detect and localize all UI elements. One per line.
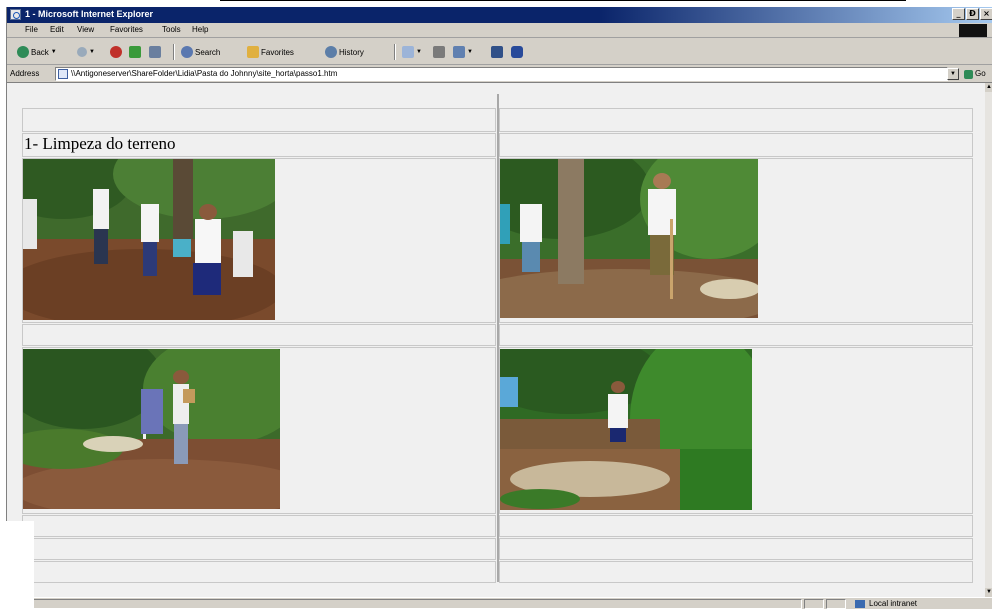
menu-help[interactable]: Help [192,25,208,34]
menu-view[interactable]: View [77,25,94,34]
refresh-icon [129,46,141,58]
scroll-down-arrow-icon[interactable]: ▼ [985,588,992,597]
back-dropdown-icon[interactable]: ▼ [51,49,57,55]
ie-icon [10,9,21,20]
go-arrow-icon[interactable] [964,70,973,79]
table-cell [22,515,496,537]
favorites-button[interactable]: Favorites [247,45,294,59]
back-label: Back [31,47,49,57]
maximize-button[interactable]: Ɖ [966,8,979,20]
column-divider [497,94,499,582]
menu-edit[interactable]: Edit [50,25,64,34]
print-icon [433,46,445,58]
messenger-icon [511,46,523,58]
window-title: 1 - Microsoft Internet Explorer [25,9,154,19]
mail-dropdown-icon[interactable]: ▼ [416,49,422,55]
photo-clearing-3[interactable] [23,349,280,509]
edit-icon [453,46,465,58]
photo-clearing-2[interactable] [500,159,758,318]
intranet-zone-icon [855,600,865,608]
discuss-button[interactable] [491,45,503,59]
discuss-icon [491,46,503,58]
refresh-button[interactable] [129,45,141,59]
table-cell [499,108,973,132]
favorites-icon [247,46,259,58]
photo-image [500,159,758,318]
status-pane [804,599,824,609]
zone-label: Local intranet [869,599,918,608]
menu-favorites[interactable]: Favorites [110,25,143,34]
address-dropdown-icon[interactable]: ▼ [947,68,959,80]
page-heading: 1- Limpeza do terreno [24,134,176,153]
history-icon [325,46,337,58]
table-cell [22,561,496,583]
white-overlay [0,521,34,609]
favorites-label: Favorites [261,47,294,57]
table-cell [499,538,973,560]
print-button[interactable] [433,45,445,59]
address-input[interactable]: \\Antigoneserver\ShareFolder\Lidia\Pasta… [55,67,948,81]
search-icon [181,46,193,58]
go-button[interactable]: Go [975,69,986,78]
close-button[interactable]: × [980,8,992,20]
address-bar: Address \\Antigoneserver\ShareFolder\Lid… [7,65,992,83]
edit-button[interactable]: ▼ [453,45,473,59]
menu-bar: File Edit View Favorites Tools Help [7,23,992,38]
menu-tools[interactable]: Tools [162,25,181,34]
forward-dropdown-icon[interactable]: ▼ [89,49,95,55]
back-arrow-icon [17,46,29,58]
photo-image [23,159,275,320]
status-text-pane [7,599,802,609]
photo-image [23,349,280,509]
table-cell [22,538,496,560]
page-icon [58,69,68,79]
title-bar[interactable]: 1 - Microsoft Internet Explorer _ Ɖ × [7,7,992,23]
browser-window: 1 - Microsoft Internet Explorer _ Ɖ × Fi… [6,7,992,609]
photo-clearing-4[interactable] [500,349,752,510]
table-cell [499,515,973,537]
table-cell [22,108,496,132]
photo-clearing-1[interactable] [23,159,275,320]
menu-file[interactable]: File [25,25,38,34]
address-url: \\Antigoneserver\ShareFolder\Lidia\Pasta… [71,69,338,78]
table-cell [499,324,973,346]
forward-button[interactable]: ▼ [77,45,95,59]
scroll-up-arrow-icon[interactable]: ▲ [985,83,992,92]
search-button[interactable]: Search [181,45,220,59]
minimize-button[interactable]: _ [952,8,965,20]
stop-button[interactable] [110,45,122,59]
forward-arrow-icon [77,47,87,57]
standard-toolbar: Back ▼ ▼ Search Favorites History ▼ ▼ [7,38,992,65]
top-border-line [220,0,906,1]
table-cell [22,324,496,346]
toolbar-separator [173,44,175,60]
stop-icon [110,46,122,58]
home-icon [149,46,161,58]
address-label: Address [10,69,40,78]
home-button[interactable] [149,45,161,59]
page-content: 1- Limpeza do terreno [7,83,985,597]
mail-button[interactable]: ▼ [402,45,422,59]
vertical-scrollbar[interactable]: ▲ ▼ [985,83,992,597]
photo-image [500,349,752,510]
status-bar: Local intranet [7,597,992,609]
mail-icon [402,46,414,58]
history-label: History [339,47,364,57]
table-cell [499,561,973,583]
search-label: Search [195,47,221,57]
edit-dropdown-icon[interactable]: ▼ [467,49,473,55]
history-button[interactable]: History [325,45,364,59]
status-pane [826,599,846,609]
window-controls: _ Ɖ × [952,8,992,20]
windows-logo-icon [959,24,987,37]
back-button[interactable]: Back ▼ [17,45,57,59]
table-cell [499,133,973,157]
toolbar-separator [394,44,396,60]
messenger-button[interactable] [511,45,523,59]
